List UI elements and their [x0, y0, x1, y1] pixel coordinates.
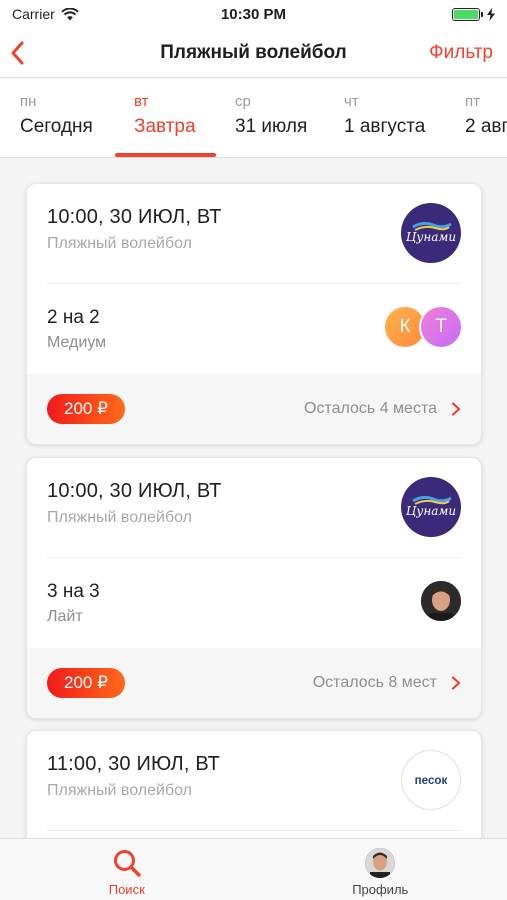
chevron-left-icon [11, 41, 24, 64]
profile-avatar [365, 848, 396, 878]
game-format: 3 на 3 [47, 581, 100, 602]
battery-indicator [452, 7, 495, 21]
card-footer: 200 ₽ Осталось 8 мест [27, 648, 481, 718]
game-sport: Пляжный волейбол [47, 235, 193, 252]
day-label: 1 августа [344, 116, 426, 137]
day-label: Завтра [134, 116, 196, 137]
cunami-logo-icon: Цунами [406, 221, 456, 244]
tab-search-label: Поиск [108, 882, 145, 897]
day-tab-thursday[interactable]: чт 1 августа [344, 93, 426, 157]
carrier-label: Carrier [12, 6, 55, 22]
organizer-logo: Цунами [401, 203, 461, 263]
chevron-right-icon [451, 402, 461, 416]
filter-button[interactable]: Фильтр [429, 42, 493, 64]
card-details: 3 на 3 Лайт [27, 558, 481, 648]
day-short-label: пн [20, 93, 37, 110]
day-selector: пн Сегодня вт Завтра ср 31 июля чт 1 авг… [0, 79, 507, 158]
game-sport: Пляжный волейбол [47, 782, 193, 799]
card-header: 10:00, 30 ИЮЛ, ВТ Пляжный волейбол Цунам… [47, 458, 461, 558]
card-details: 2 на 2 Медиум К Т [27, 284, 481, 374]
tab-profile-label: Профиль [352, 882, 409, 897]
game-list[interactable]: 10:00, 30 ИЮЛ, ВТ Пляжный волейбол Цунам… [0, 158, 507, 838]
tab-profile[interactable]: Профиль [254, 839, 507, 900]
game-card[interactable]: 11:00, 30 ИЮЛ, ВТ Пляжный волейбол песок [26, 730, 482, 838]
wifi-icon [61, 7, 79, 20]
nav-bar: Пляжный волейбол Фильтр [0, 28, 507, 78]
person-photo-icon [365, 848, 396, 878]
player-avatar: Т [419, 305, 463, 349]
card-footer: 200 ₽ Осталось 4 места [27, 374, 481, 444]
day-label: 2 авг [465, 116, 507, 137]
organizer-logo: песок [401, 750, 461, 810]
organizer-logo: Цунами [401, 477, 461, 537]
cunami-logo-icon: Цунами [406, 495, 456, 518]
seats-left-label: Осталось 8 мест [312, 674, 437, 691]
carrier-group: Carrier [12, 6, 79, 22]
seats-left[interactable]: Осталось 8 мест [313, 674, 461, 692]
game-card[interactable]: 10:00, 30 ИЮЛ, ВТ Пляжный волейбол Цунам… [26, 457, 482, 719]
game-level: Лайт [47, 608, 83, 625]
day-tab-monday[interactable]: пн Сегодня [20, 93, 93, 157]
active-day-indicator [115, 153, 216, 157]
game-time: 11:00, 30 ИЮЛ, ВТ [47, 753, 221, 775]
day-short-label: чт [344, 93, 359, 110]
tab-search[interactable]: Поиск [0, 839, 254, 900]
day-tab-tuesday[interactable]: вт Завтра [134, 93, 196, 157]
chevron-right-icon [451, 676, 461, 690]
person-photo-icon [421, 581, 461, 621]
svg-text:Цунами: Цунами [406, 230, 456, 244]
game-card[interactable]: 10:00, 30 ИЮЛ, ВТ Пляжный волейбол Цунам… [26, 183, 482, 445]
player-avatar [419, 579, 463, 623]
seats-left-label: Осталось 4 места [304, 400, 437, 417]
price-badge: 200 ₽ [47, 668, 125, 698]
day-short-label: вт [134, 93, 149, 110]
day-tab-friday[interactable]: пт 2 авг [465, 93, 507, 157]
card-header: 10:00, 30 ИЮЛ, ВТ Пляжный волейбол Цунам… [47, 184, 461, 284]
day-short-label: ср [235, 93, 251, 110]
charging-icon [487, 7, 495, 21]
game-time: 10:00, 30 ИЮЛ, ВТ [47, 480, 222, 502]
tab-bar: Поиск Профиль [0, 838, 507, 900]
back-button[interactable] [10, 33, 50, 73]
game-sport: Пляжный волейбол [47, 509, 193, 526]
battery-icon [452, 7, 480, 21]
game-time: 10:00, 30 ИЮЛ, ВТ [47, 206, 222, 228]
svg-text:песок: песок [415, 774, 448, 787]
players-avatars [419, 579, 463, 623]
status-bar: Carrier 10:30 PM [0, 0, 507, 28]
day-label: Сегодня [20, 116, 93, 137]
day-label: 31 июля [235, 116, 308, 137]
day-short-label: пт [465, 93, 480, 110]
pesok-logo-icon: песок [415, 774, 448, 787]
card-header: 11:00, 30 ИЮЛ, ВТ Пляжный волейбол песок [47, 731, 461, 831]
price-badge: 200 ₽ [47, 394, 125, 424]
seats-left[interactable]: Осталось 4 места [304, 400, 461, 418]
svg-text:Цунами: Цунами [406, 504, 456, 518]
players-avatars: К Т [383, 305, 463, 349]
search-icon [113, 850, 141, 877]
day-tab-wednesday[interactable]: ср 31 июля [235, 93, 308, 157]
